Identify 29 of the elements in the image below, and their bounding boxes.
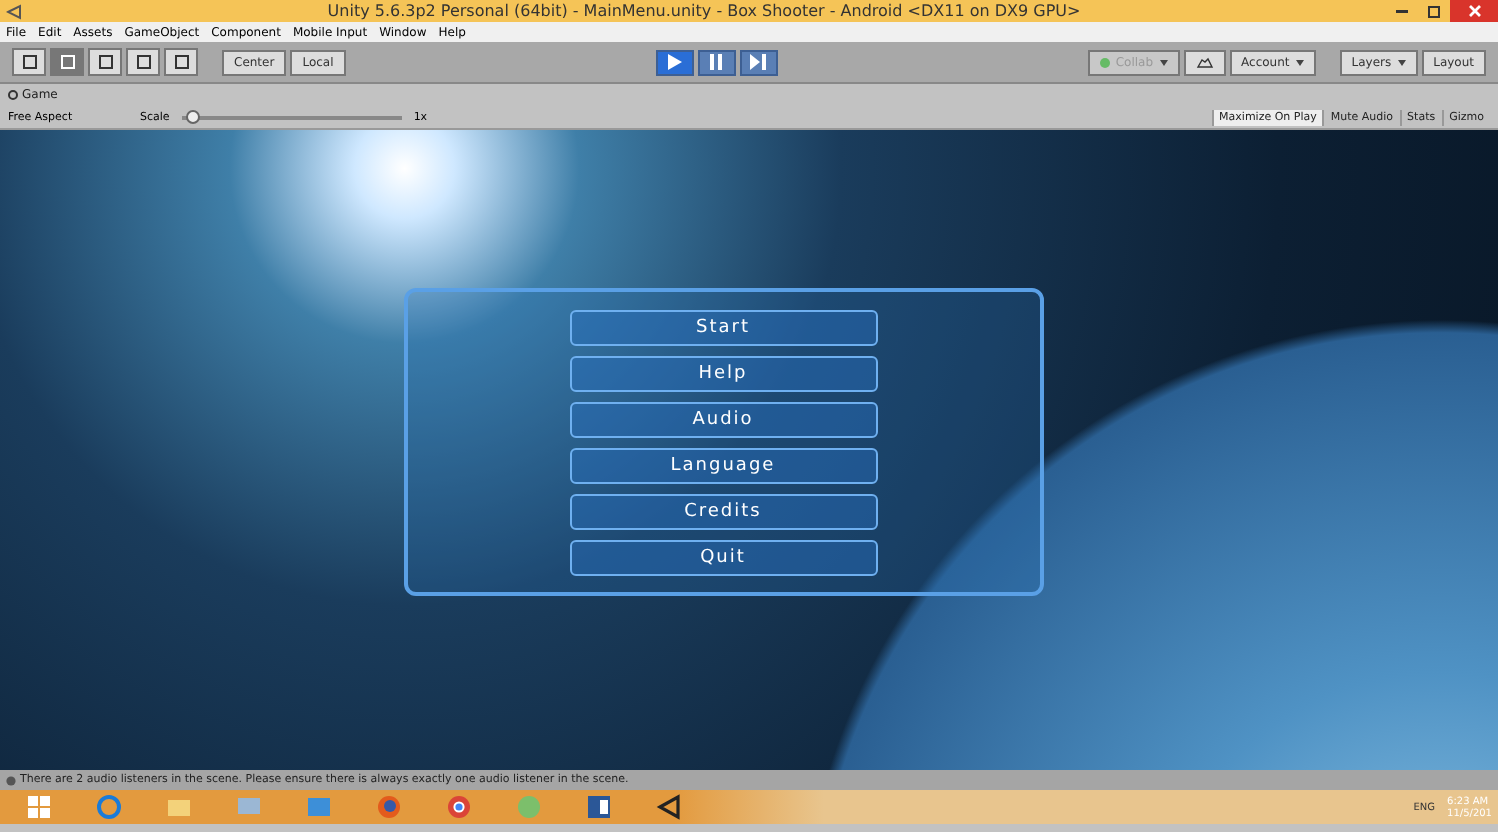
- play-button[interactable]: [655, 49, 694, 75]
- close-icon: [1467, 4, 1481, 18]
- menu-button[interactable]: Credits: [569, 493, 877, 529]
- pause-button[interactable]: [697, 49, 736, 75]
- caret-icon: [1397, 59, 1406, 65]
- close-button[interactable]: [1450, 0, 1498, 22]
- rect-tool-button[interactable]: [164, 48, 198, 76]
- caret-icon: [1159, 59, 1168, 65]
- step-button[interactable]: [739, 49, 778, 75]
- window-title: Unity 5.6.3p2 Personal (64bit) - MainMenu.unity - Box Shooter - Android <DX11 on DX9 GPU>: [325, 2, 1083, 20]
- pause-icon: [706, 52, 727, 72]
- menu-button[interactable]: Start: [569, 309, 877, 345]
- restore-icon: [1427, 4, 1441, 18]
- scale-tool-button[interactable]: [126, 48, 160, 76]
- move-tool-button[interactable]: [50, 48, 84, 76]
- menu-button[interactable]: Audio: [569, 401, 877, 437]
- hand-tool-button[interactable]: [12, 48, 46, 76]
- step-icon: [748, 52, 769, 72]
- game-tab-icon: [8, 90, 18, 100]
- menu-button[interactable]: Language: [569, 447, 877, 483]
- play-icon: [664, 52, 685, 72]
- minimize-icon: [1396, 9, 1408, 13]
- menu-button[interactable]: Help: [569, 355, 877, 391]
- rotate-tool-button[interactable]: [88, 48, 122, 76]
- menu-button[interactable]: Quit: [569, 539, 877, 575]
- word-icon[interactable]: [585, 794, 611, 820]
- info-icon: [6, 775, 16, 785]
- caret-icon: [1295, 59, 1304, 65]
- cloud-button[interactable]: [1183, 49, 1226, 75]
